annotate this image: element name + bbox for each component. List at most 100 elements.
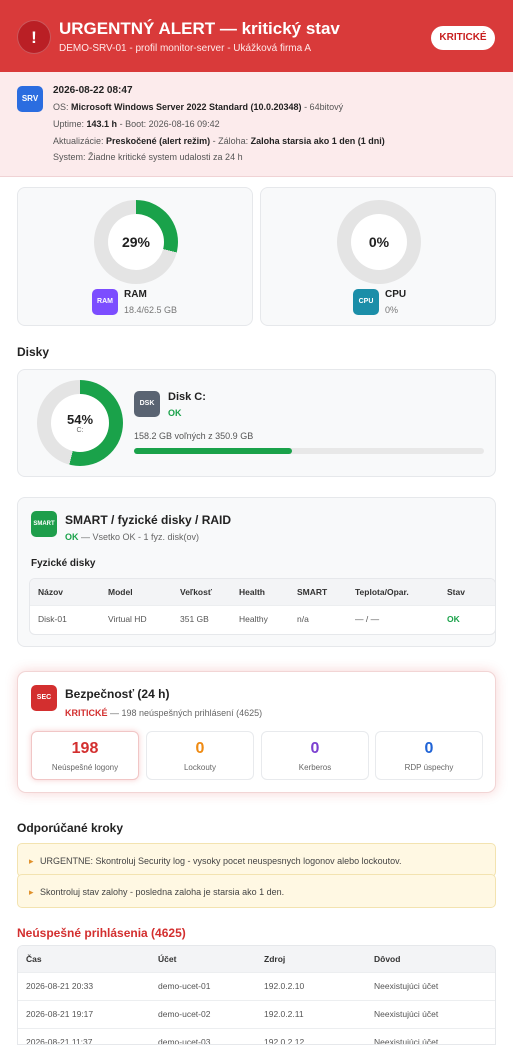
table-cell: — / — <box>347 604 439 633</box>
security-card: SEC Bezpečnosť (24 h) KRITICKÉ — 198 neú… <box>17 671 496 793</box>
table-cell: Neexistujúci účet <box>366 1027 495 1044</box>
smart-subheading: Fyzické disky <box>31 558 96 569</box>
ram-usage: 18.4/62.5 GB <box>124 305 178 315</box>
alert-header: ! URGENTNÝ ALERT — kritický stav DEMO-SR… <box>0 0 513 72</box>
table-row: 2026-08-21 19:17 demo-ucet-02 192.0.2.11… <box>18 999 495 1028</box>
report-datetime: 2026-08-22 08:47 <box>53 85 133 96</box>
failed-logins-table: Čas Účet Zdroj Dôvod 2026-08-21 20:33 de… <box>17 945 496 1045</box>
chevron-right-icon: ▸ <box>29 856 34 866</box>
table-cell: 2026-08-21 20:33 <box>18 971 150 1000</box>
ram-label: RAM <box>124 289 147 300</box>
smart-card: SMART SMART / fyzické disky / RAID OK — … <box>17 497 496 647</box>
ram-card: 29% RAM RAM 18.4/62.5 GB <box>17 187 253 326</box>
col-header: Model <box>100 579 172 605</box>
stat-label: Kerberos <box>298 763 332 772</box>
table-cell: Neexistujúci účet <box>366 999 495 1028</box>
col-header: Health <box>231 579 289 605</box>
ram-percent: 29% <box>121 234 151 250</box>
table-row: Disk-01 Virtual HD 351 GB Healthy n/a — … <box>30 604 495 633</box>
smart-status-detail: — Vsetko OK - 1 fyz. disk(ov) <box>81 532 200 542</box>
table-cell: Neexistujúci účet <box>366 971 495 1000</box>
col-header: Zdroj <box>256 946 366 972</box>
stat-label: RDP úspechy <box>404 763 454 772</box>
os-value: Microsoft Windows Server 2022 Standard (… <box>71 102 302 112</box>
smart-icon: SMART <box>31 511 57 537</box>
recommendation-item: ▸ URGENTNE: Skontroluj Security log - vy… <box>17 843 496 877</box>
system-info-panel: SRV 2026-08-22 08:47 OS: Microsoft Windo… <box>0 72 513 177</box>
table-cell: demo-ucet-03 <box>150 1027 256 1044</box>
failed-logins-title: Neúspešné prihlásenia (4625) <box>17 926 186 940</box>
table-row: 2026-08-21 20:33 demo-ucet-01 192.0.2.10… <box>18 971 495 1000</box>
server-icon: SRV <box>17 86 43 112</box>
smart-status-line: OK — Vsetko OK - 1 fyz. disk(ov) <box>65 532 199 542</box>
table-cell: 2026-08-21 11:37 <box>18 1027 150 1044</box>
security-status: KRITICKÉ <box>65 708 108 718</box>
chevron-right-icon: ▸ <box>29 887 34 897</box>
uptime-line: Uptime: 143.1 h - Boot: 2026-08-16 09:42 <box>53 119 220 129</box>
table-cell: demo-ucet-02 <box>150 999 256 1028</box>
col-header: Účet <box>150 946 256 972</box>
col-header: Veľkosť <box>172 579 231 605</box>
recommendation-item: ▸ Skontroluj stav zalohy - posledna zalo… <box>17 874 496 908</box>
uptime-value: 143.1 h <box>86 119 118 129</box>
disk-c-percent: 54% <box>66 412 94 427</box>
cpu-icon: CPU <box>353 289 379 315</box>
alert-title: URGENTNÝ ALERT — kritický stav <box>59 19 340 38</box>
stat-rdp: 0 RDP úspechy <box>375 731 483 780</box>
stat-label: Lockouty <box>183 763 217 772</box>
table-cell: 2026-08-21 19:17 <box>18 999 150 1028</box>
uptime-label: Uptime: <box>53 119 85 129</box>
physical-disks-table: Názov Model Veľkosť Health SMART Teplota… <box>29 578 496 635</box>
disks-section-title: Disky <box>17 345 50 359</box>
table-cell: 192.0.2.10 <box>256 971 366 1000</box>
security-title: Bezpečnosť (24 h) <box>65 687 170 701</box>
table-cell: Healthy <box>231 604 289 633</box>
backup-value: Zaloha starsia ako 1 den (1 dni) <box>250 136 385 146</box>
table-row: 2026-08-21 11:37 demo-ucet-03 192.0.2.12… <box>18 1027 495 1044</box>
disk-c-free-text: 158.2 GB voľných z 350.9 GB <box>134 431 254 441</box>
severity-badge: KRITICKÉ <box>431 26 495 50</box>
ram-donut-chart: 29% <box>94 200 178 284</box>
table-cell: demo-ucet-01 <box>150 971 256 1000</box>
alert-subtitle: DEMO-SRV-01 - profil monitor-server - Uk… <box>59 43 312 54</box>
updates-label: Aktualizácie: <box>53 136 104 146</box>
col-header: Dôvod <box>366 946 495 972</box>
alert-icon: ! <box>17 20 51 54</box>
cpu-donut-chart: 0% <box>337 200 421 284</box>
col-header: SMART <box>289 579 347 605</box>
recommendations-title: Odporúčané kroky <box>17 821 124 835</box>
disk-icon: DSK <box>134 391 160 417</box>
table-cell: n/a <box>289 604 347 633</box>
col-header: Názov <box>30 579 100 605</box>
os-line: OS: Microsoft Windows Server 2022 Standa… <box>53 102 343 112</box>
col-header: Stav <box>439 579 495 605</box>
cpu-usage: 0% <box>385 305 399 315</box>
table-cell-status: OK <box>439 604 495 633</box>
stat-kerberos: 0 Kerberos <box>261 731 369 780</box>
cpu-card: 0% CPU CPU 0% <box>260 187 496 326</box>
disk-c-progress-track <box>134 448 484 454</box>
os-label: OS: <box>53 102 69 112</box>
stat-value: 198 <box>71 740 99 757</box>
updates-line: Aktualizácie: Preskočené (alert režim) -… <box>53 136 385 146</box>
cpu-percent: 0% <box>368 234 390 250</box>
col-header: Čas <box>18 946 150 972</box>
stat-failed-logons: 198 Neúspešné logony <box>31 731 139 780</box>
smart-status: OK <box>65 532 79 542</box>
stat-label: Neúspešné logony <box>51 763 119 772</box>
security-status-detail: — 198 neúspešných prihlásení (4625) <box>110 708 263 718</box>
ram-icon: RAM <box>92 289 118 315</box>
disk-c-donut-chart: 54% C: <box>37 380 123 466</box>
table-cell: 192.0.2.11 <box>256 999 366 1028</box>
recommendation-text: Skontroluj stav zalohy - posledna zaloha… <box>40 887 285 897</box>
stat-value: 0 <box>195 740 205 757</box>
table-cell: 192.0.2.12 <box>256 1027 366 1044</box>
disk-c-progress-fill <box>134 448 292 454</box>
stat-value: 0 <box>310 740 320 757</box>
table-cell: Virtual HD <box>100 604 172 633</box>
cpu-label: CPU <box>385 289 407 300</box>
events-line: System: Žiadne kritické system udalosti … <box>53 152 243 162</box>
stat-lockouts: 0 Lockouty <box>146 731 254 780</box>
updates-value: Preskočené (alert režim) <box>106 136 211 146</box>
boot-text: - Boot: 2026-08-16 09:42 <box>119 119 220 129</box>
